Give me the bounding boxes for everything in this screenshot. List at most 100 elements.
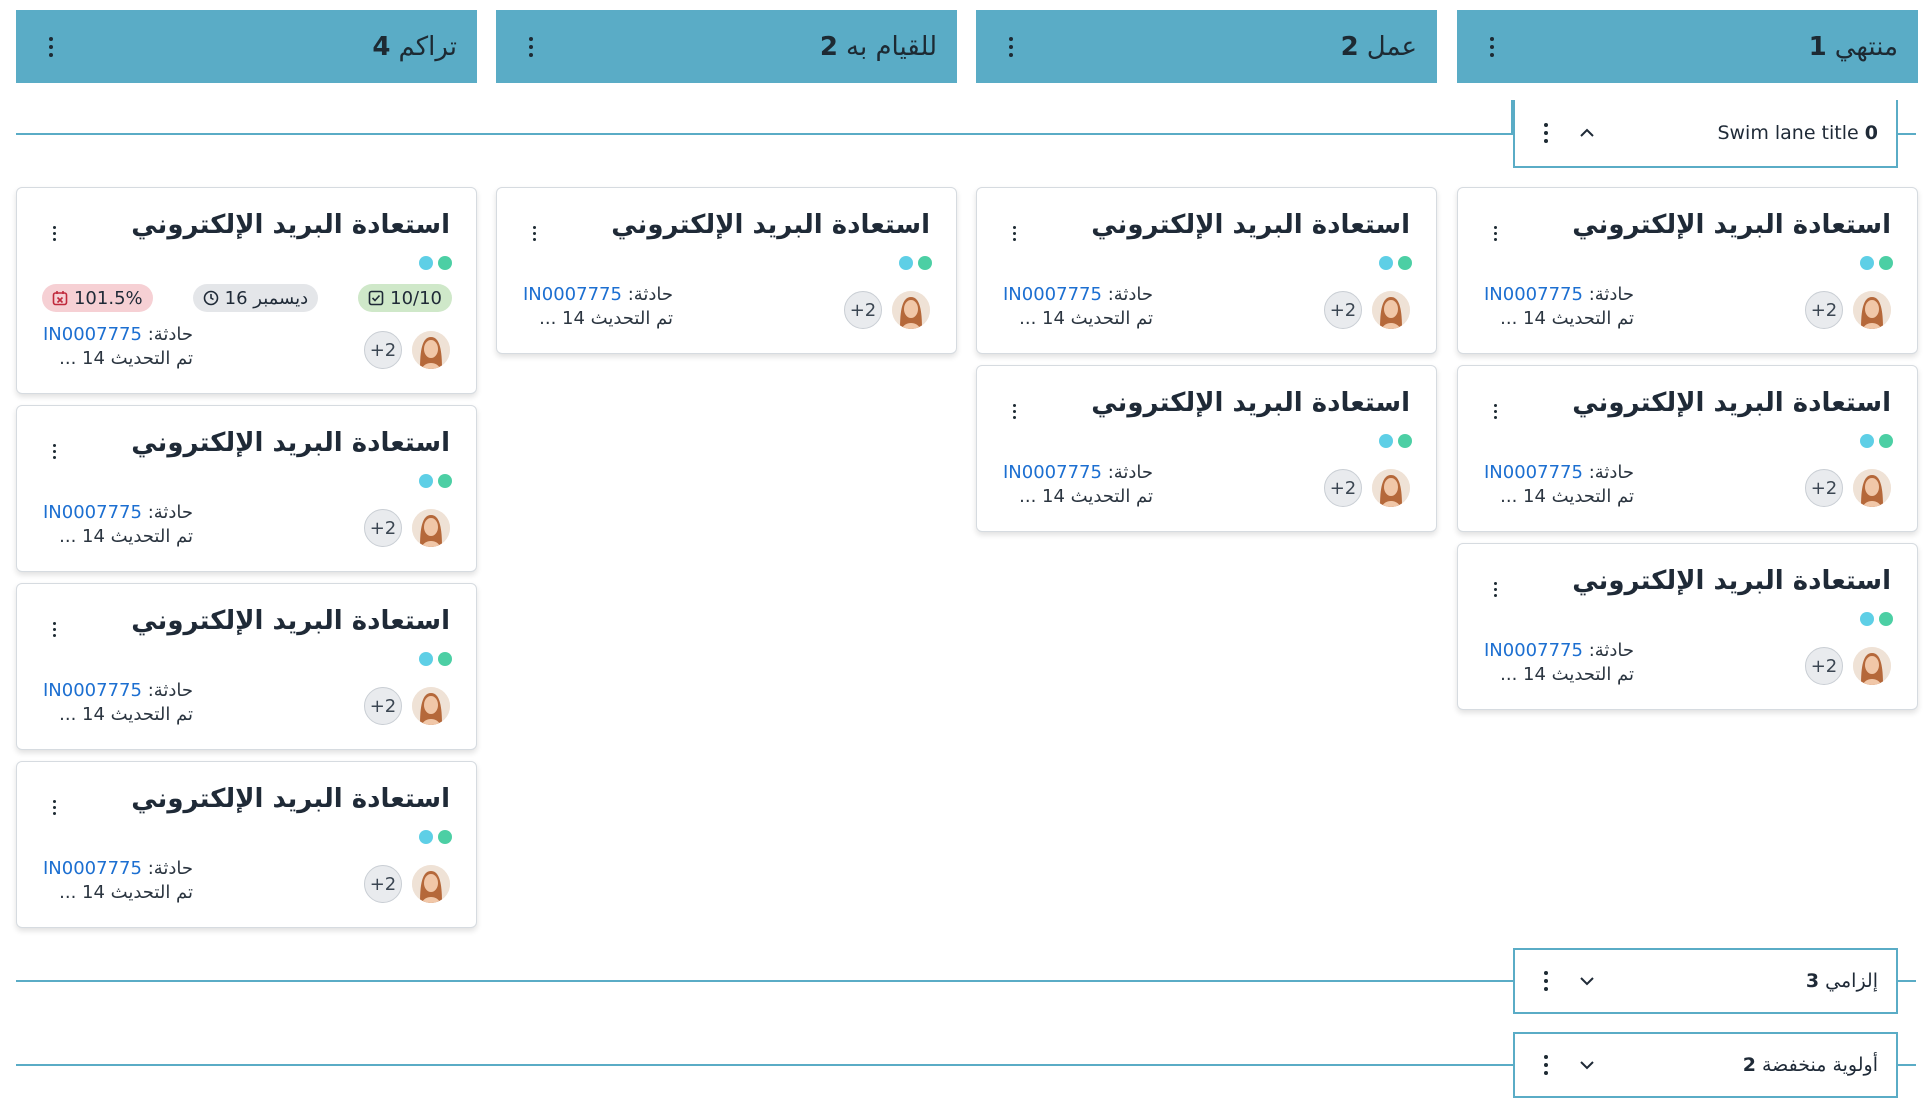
incident-link[interactable]: IN0007775: [43, 680, 142, 701]
due-date-badge: 16 ديسمبر: [192, 284, 319, 312]
kanban-card[interactable]: استعادة البريد الإلكتروني +2 حادثة: IN00…: [976, 365, 1437, 532]
status-dots: [1860, 256, 1893, 270]
kanban-card[interactable]: استعادة البريد الإلكتروني +2 حادثة: IN00…: [976, 187, 1437, 354]
card-title: استعادة البريد الإلكتروني: [611, 210, 930, 240]
card-updated: تم التحديث 14 ...: [59, 348, 194, 369]
avatar[interactable]: [412, 509, 450, 547]
column-menu-icon[interactable]: [520, 32, 542, 62]
incident-link[interactable]: IN0007775: [1003, 462, 1102, 483]
card-title: استعادة البريد الإلكتروني: [1091, 210, 1410, 240]
avatar[interactable]: [1853, 469, 1891, 507]
swim-lane-header[interactable]: 0 Swim lane title: [1513, 100, 1898, 168]
column-menu-icon[interactable]: [1000, 32, 1022, 62]
avatar[interactable]: [412, 687, 450, 725]
card-info: حادثة: IN0007775 تم التحديث 14 ...: [43, 680, 194, 725]
card-assignees: +2: [364, 865, 450, 903]
lane-menu-icon[interactable]: [1535, 966, 1557, 996]
card-menu-icon[interactable]: [1484, 218, 1506, 248]
kanban-card[interactable]: استعادة البريد الإلكتروني +2 حادثة: IN00…: [1457, 187, 1918, 354]
card-updated: تم التحديث 14 ...: [539, 308, 674, 329]
card-title: استعادة البريد الإلكتروني: [131, 210, 450, 240]
card-updated: تم التحديث 14 ...: [1019, 308, 1154, 329]
swim-lane-header[interactable]: إلزامي 3: [1513, 948, 1898, 1014]
column-title: منتهي1: [1808, 31, 1898, 62]
card-title: استعادة البريد الإلكتروني: [131, 606, 450, 636]
more-assignees-badge[interactable]: +2: [1805, 469, 1843, 507]
card-menu-icon[interactable]: [43, 792, 65, 822]
more-assignees-badge[interactable]: +2: [364, 687, 402, 725]
column-header-backlog: تراكم4: [16, 10, 477, 83]
lane-menu-icon[interactable]: [1535, 1050, 1557, 1080]
more-assignees-badge[interactable]: +2: [1805, 647, 1843, 685]
card-menu-icon[interactable]: [1003, 396, 1025, 426]
incident-link[interactable]: IN0007775: [1484, 640, 1583, 661]
sla-badge: 101.5%: [41, 284, 153, 312]
status-dots: [1860, 612, 1893, 626]
kanban-card[interactable]: استعادة البريد الإلكتروني 10/10 16 ديسمب…: [16, 187, 477, 394]
card-updated: تم التحديث 14 ...: [1500, 486, 1635, 507]
checklist-badge: 10/10: [358, 284, 452, 312]
card-info: حادثة: IN0007775 تم التحديث 14 ...: [1003, 284, 1154, 329]
status-dots: [1379, 434, 1412, 448]
kanban-card[interactable]: استعادة البريد الإلكتروني +2 حادثة: IN00…: [16, 583, 477, 750]
column-menu-icon[interactable]: [1481, 32, 1503, 62]
more-assignees-badge[interactable]: +2: [1324, 469, 1362, 507]
status-dots: [419, 652, 452, 666]
card-menu-icon[interactable]: [43, 436, 65, 466]
status-dots: [1860, 434, 1893, 448]
avatar[interactable]: [1372, 291, 1410, 329]
column-menu-icon[interactable]: [40, 32, 62, 62]
more-assignees-badge[interactable]: +2: [364, 509, 402, 547]
chevron-up-icon[interactable]: [1579, 125, 1595, 141]
card-title: استعادة البريد الإلكتروني: [131, 428, 450, 458]
more-assignees-badge[interactable]: +2: [364, 865, 402, 903]
status-dots: [419, 474, 452, 488]
card-menu-icon[interactable]: [1484, 396, 1506, 426]
avatar[interactable]: [1853, 647, 1891, 685]
kanban-card[interactable]: استعادة البريد الإلكتروني +2 حادثة: IN00…: [1457, 543, 1918, 710]
more-assignees-badge[interactable]: +2: [844, 291, 882, 329]
lane-menu-icon[interactable]: [1535, 118, 1557, 148]
kanban-card[interactable]: استعادة البريد الإلكتروني +2 حادثة: IN00…: [1457, 365, 1918, 532]
column-title: تراكم4: [372, 31, 457, 62]
more-assignees-badge[interactable]: +2: [1324, 291, 1362, 329]
kanban-card[interactable]: استعادة البريد الإلكتروني +2 حادثة: IN00…: [496, 187, 957, 354]
incident-link[interactable]: IN0007775: [43, 858, 142, 879]
incident-link[interactable]: IN0007775: [1484, 284, 1583, 305]
clock-icon: [203, 290, 218, 306]
avatar[interactable]: [412, 865, 450, 903]
card-menu-icon[interactable]: [43, 218, 65, 248]
status-dots: [419, 830, 452, 844]
card-assignees: +2: [364, 509, 450, 547]
incident-link[interactable]: IN0007775: [1484, 462, 1583, 483]
chevron-down-icon[interactable]: [1579, 973, 1595, 989]
card-assignees: +2: [1324, 469, 1410, 507]
avatar[interactable]: [892, 291, 930, 329]
chevron-down-icon[interactable]: [1579, 1057, 1595, 1073]
card-title: استعادة البريد الإلكتروني: [1572, 566, 1891, 596]
card-updated: تم التحديث 14 ...: [59, 704, 194, 725]
more-assignees-badge[interactable]: +2: [364, 331, 402, 369]
kanban-card[interactable]: استعادة البريد الإلكتروني +2 حادثة: IN00…: [16, 761, 477, 928]
kanban-card[interactable]: استعادة البريد الإلكتروني +2 حادثة: IN00…: [16, 405, 477, 572]
checkbox-icon: [368, 290, 384, 306]
avatar[interactable]: [1853, 291, 1891, 329]
card-menu-icon[interactable]: [1003, 218, 1025, 248]
card-assignees: +2: [364, 331, 450, 369]
card-menu-icon[interactable]: [43, 614, 65, 644]
incident-link[interactable]: IN0007775: [43, 324, 142, 345]
more-assignees-badge[interactable]: +2: [1805, 291, 1843, 329]
swim-lane-header[interactable]: أولوية منخفضة 2: [1513, 1032, 1898, 1098]
card-menu-icon[interactable]: [523, 218, 545, 248]
incident-link[interactable]: IN0007775: [1003, 284, 1102, 305]
lane-divider: [16, 980, 1513, 982]
card-menu-icon[interactable]: [1484, 574, 1506, 604]
avatar[interactable]: [1372, 469, 1410, 507]
lane-title: إلزامي 3: [1805, 970, 1878, 992]
incident-link[interactable]: IN0007775: [523, 284, 622, 305]
card-info: حادثة: IN0007775 تم التحديث 14 ...: [1484, 284, 1635, 329]
lane-divider: [16, 1064, 1513, 1066]
incident-link[interactable]: IN0007775: [43, 502, 142, 523]
avatar[interactable]: [412, 331, 450, 369]
lane-divider: [16, 133, 1513, 135]
